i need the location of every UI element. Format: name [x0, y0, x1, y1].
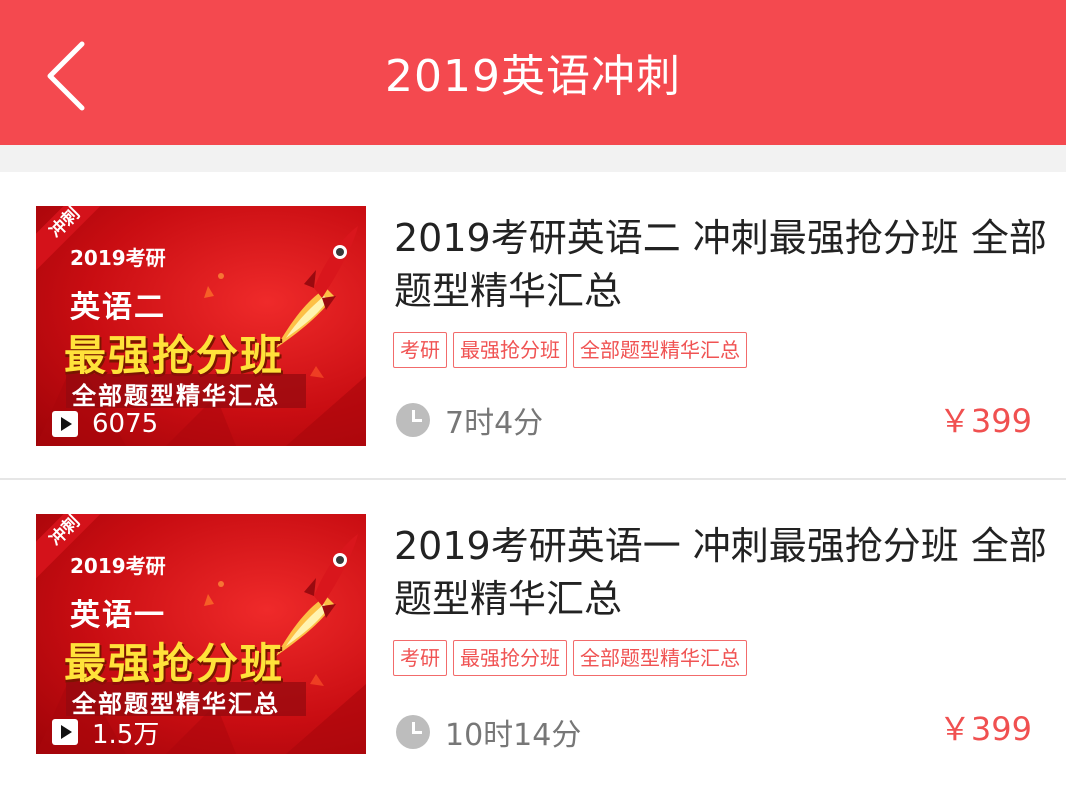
play-icon: [52, 411, 78, 437]
thumbnail-subline: 全部题型精华汇总: [72, 382, 280, 410]
course-card[interactable]: 冲刺 2019考研 英语二 最强抢分班 全部题型精华汇总 6075 2019考研…: [0, 172, 1066, 480]
thumbnail-subject: 英语一: [70, 598, 166, 633]
thumbnail-subject: 英语二: [70, 290, 166, 325]
thumbnail-year: 2019考研: [70, 246, 166, 270]
page-title: 2019英语冲刺: [385, 51, 681, 102]
tag-list: 考研 最强抢分班 全部题型精华汇总: [393, 332, 753, 368]
course-thumbnail[interactable]: 冲刺 2019考研 英语一 最强抢分班 全部题型精华汇总 1.5万: [36, 514, 366, 754]
thumbnail-year: 2019考研: [70, 554, 166, 578]
tag[interactable]: 最强抢分班: [453, 332, 567, 368]
tag[interactable]: 全部题型精华汇总: [573, 332, 747, 368]
tag[interactable]: 考研: [393, 640, 447, 676]
play-icon: [52, 719, 78, 745]
duration-text: 7时4分: [445, 406, 544, 441]
view-count-text: 6075: [92, 409, 159, 439]
duration-text: 10时14分: [445, 718, 582, 753]
course-thumbnail[interactable]: 冲刺 2019考研 英语二 最强抢分班 全部题型精华汇总 6075: [36, 206, 366, 446]
view-count: 6075: [52, 408, 158, 440]
top-bar: 2019英语冲刺: [0, 0, 1066, 145]
course-card[interactable]: 冲刺 2019考研 英语一 最强抢分班 全部题型精华汇总 1.5万 2019考研…: [0, 480, 1066, 802]
view-count: 1.5万: [52, 716, 160, 750]
tag[interactable]: 最强抢分班: [453, 640, 567, 676]
course-title[interactable]: 2019考研英语一 冲刺最强抢分班 全部题型精华汇总: [394, 520, 1059, 626]
course-title[interactable]: 2019考研英语二 冲刺最强抢分班 全部题型精华汇总: [394, 212, 1059, 318]
clock-icon: [396, 715, 430, 749]
course-price: ￥399: [938, 402, 1032, 440]
view-count-text: 1.5万: [92, 719, 160, 750]
course-list: 冲刺 2019考研 英语二 最强抢分班 全部题型精华汇总 6075 2019考研…: [0, 172, 1066, 802]
tag[interactable]: 全部题型精华汇总: [573, 640, 747, 676]
clock-icon: [396, 403, 430, 437]
course-duration: 7时4分: [396, 398, 543, 442]
course-duration: 10时14分: [396, 710, 581, 754]
course-price: ￥399: [938, 710, 1032, 748]
tag-list: 考研 最强抢分班 全部题型精华汇总: [393, 640, 753, 676]
tag[interactable]: 考研: [393, 332, 447, 368]
